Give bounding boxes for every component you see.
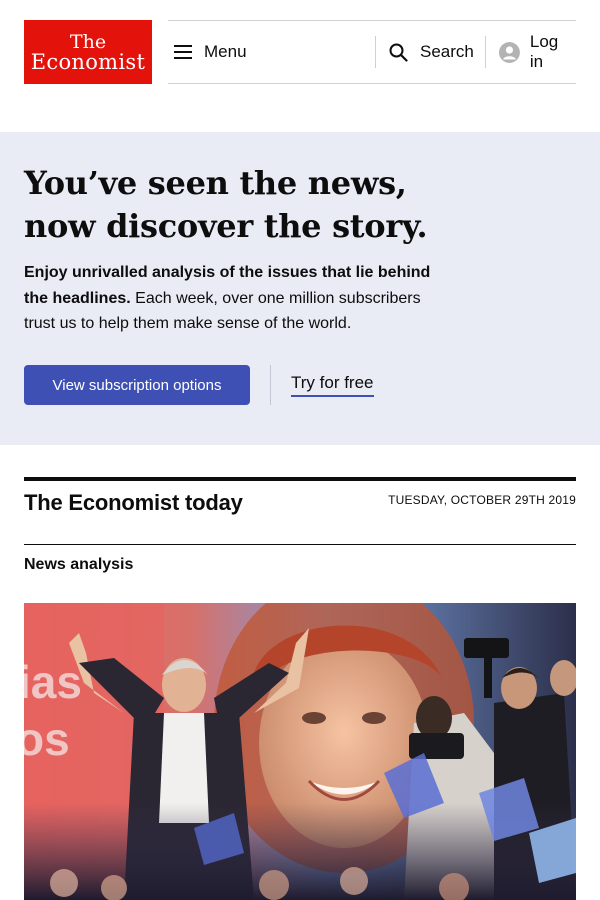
promo-divider	[270, 365, 271, 405]
news-analysis-label: News analysis	[24, 556, 134, 573]
subscription-promo: You’ve seen the news, now discover the s…	[0, 132, 600, 445]
economist-logo[interactable]: The Economist	[24, 20, 152, 84]
economist-today-heading: The Economist today	[24, 490, 243, 515]
user-avatar-icon	[499, 41, 520, 63]
view-subscription-options-button[interactable]: View subscription options	[24, 365, 250, 405]
section-top-rule	[24, 477, 576, 481]
edition-date: TUESDAY, OCTOBER 29TH 2019	[388, 493, 576, 507]
nav-divider	[485, 36, 486, 68]
background-sign-text-1: ias	[24, 656, 82, 708]
top-navigation: Menu Search Log in	[168, 20, 576, 84]
search-button[interactable]: Search	[389, 21, 474, 83]
promo-headline-line-1: You’ve seen the news,	[24, 164, 407, 202]
news-analysis-photo[interactable]: ias os	[24, 603, 576, 900]
promo-headline-line-2: now discover the story.	[24, 207, 428, 245]
promo-headline: You’ve seen the news, now discover the s…	[24, 162, 564, 248]
section-divider	[24, 544, 576, 545]
logo-line-2: Economist	[30, 50, 146, 74]
login-button[interactable]: Log in	[499, 21, 576, 83]
logo-line-1: The	[69, 31, 107, 53]
nav-divider	[375, 36, 376, 68]
site-header: The Economist Menu Search Log in	[0, 0, 600, 132]
background-sign-text-2: os	[24, 713, 70, 765]
menu-label: Menu	[204, 42, 247, 61]
hamburger-icon	[174, 45, 192, 59]
search-icon	[389, 43, 408, 62]
rally-photo-illustration: ias os	[24, 603, 576, 900]
login-label: Log in	[529, 32, 559, 71]
menu-button[interactable]: Menu	[174, 21, 247, 83]
try-for-free-link[interactable]: Try for free	[291, 373, 374, 397]
promo-description: Enjoy unrivalled analysis of the issues …	[24, 260, 454, 337]
search-label: Search	[420, 42, 474, 61]
